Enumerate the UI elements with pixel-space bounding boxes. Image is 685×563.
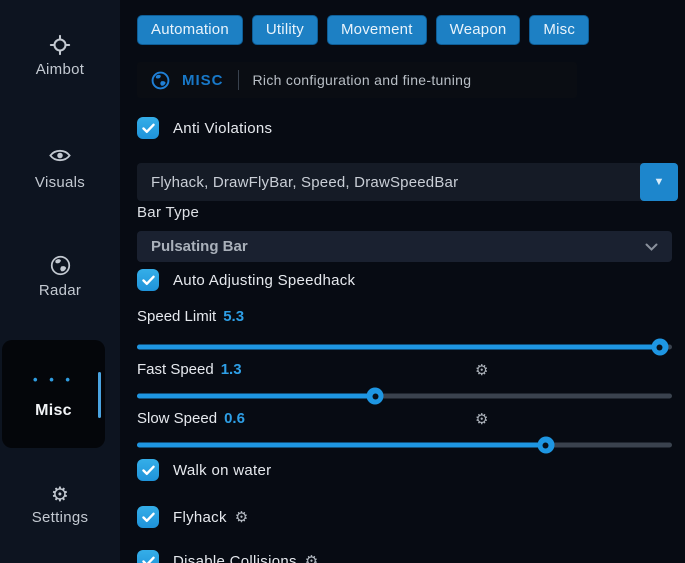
- slider-value: 5.3: [223, 308, 244, 325]
- checkbox-checked-icon[interactable]: [137, 506, 159, 528]
- tab-misc[interactable]: Misc: [529, 15, 589, 45]
- section-subtitle: Rich configuration and fine-tuning: [253, 72, 472, 88]
- checkbox-label: Flyhack: [173, 509, 227, 526]
- globe-icon: [0, 255, 120, 279]
- slider-value: 0.6: [224, 410, 245, 427]
- sidebar-item-label: Settings: [0, 509, 120, 526]
- checkbox-label: Walk on water: [173, 462, 271, 479]
- checkbox-checked-icon[interactable]: [137, 459, 159, 481]
- slider-value: 1.3: [221, 361, 242, 378]
- checkbox-auto-adjusting-speedhack[interactable]: Auto Adjusting Speedhack: [137, 268, 355, 292]
- ellipsis-icon: • • •: [2, 368, 105, 392]
- checkbox-checked-icon[interactable]: [137, 117, 159, 139]
- checkbox-walk-on-water[interactable]: Walk on water: [137, 458, 271, 482]
- slider-thumb[interactable]: [367, 388, 384, 405]
- selected-indicator-bar: [98, 372, 101, 418]
- gear-icon[interactable]: ⚙: [305, 552, 318, 563]
- sidebar-item-radar[interactable]: Radar: [0, 255, 120, 299]
- slider-caption-slow-speed: Slow Speed 0.6 ⚙: [137, 410, 672, 430]
- slider-thumb[interactable]: [537, 437, 554, 454]
- checkbox-checked-icon[interactable]: [137, 550, 159, 563]
- chevron-down-icon: [645, 243, 658, 251]
- bar-type-label: Bar Type: [137, 204, 199, 221]
- app-window: Aimbot Visuals Radar • • • Misc: [0, 0, 685, 563]
- slider-caption-fast-speed: Fast Speed 1.3 ⚙: [137, 361, 672, 381]
- gear-icon[interactable]: ⚙: [475, 410, 488, 428]
- tab-utility[interactable]: Utility: [252, 15, 318, 45]
- section-title: MISC: [182, 72, 224, 89]
- sidebar-item-label: Radar: [0, 282, 120, 299]
- section-header: MISC Rich configuration and fine-tuning: [137, 62, 577, 98]
- eye-icon: [0, 147, 120, 171]
- slider-thumb[interactable]: [651, 339, 668, 356]
- globe-icon: [151, 71, 170, 90]
- checkbox-anti-violations[interactable]: Anti Violations: [137, 116, 272, 140]
- checkbox-flyhack[interactable]: Flyhack ⚙: [137, 505, 248, 529]
- gear-icon[interactable]: ⚙: [235, 508, 248, 526]
- bar-multiselect[interactable]: Flyhack, DrawFlyBar, Speed, DrawSpeedBar…: [137, 163, 678, 201]
- tab-automation[interactable]: Automation: [137, 15, 243, 45]
- category-tabs: Automation Utility Movement Weapon Misc: [137, 15, 589, 45]
- sidebar-item-label: Visuals: [0, 174, 120, 191]
- triangle-down-icon: ▼: [654, 176, 665, 188]
- multiselect-value: Flyhack, DrawFlyBar, Speed, DrawSpeedBar: [137, 174, 640, 191]
- slider-slow-speed[interactable]: [137, 436, 672, 454]
- slider-speed-limit[interactable]: [137, 338, 672, 356]
- slider-fill: [137, 394, 375, 399]
- sidebar: Aimbot Visuals Radar • • • Misc: [0, 0, 120, 563]
- slider-fill: [137, 345, 660, 350]
- gear-icon: ⚙: [0, 482, 120, 506]
- checkbox-disable-collisions[interactable]: Disable Collisions ⚙: [137, 549, 318, 563]
- checkbox-label: Disable Collisions: [173, 553, 297, 563]
- sidebar-item-misc[interactable]: • • • Misc: [2, 340, 105, 448]
- dropdown-open-button[interactable]: ▼: [640, 163, 678, 201]
- slider-label: Fast Speed: [137, 361, 214, 378]
- slider-label: Speed Limit: [137, 308, 216, 325]
- slider-fast-speed[interactable]: [137, 387, 672, 405]
- sidebar-item-label: Misc: [2, 402, 105, 420]
- checkbox-checked-icon[interactable]: [137, 269, 159, 291]
- divider: [238, 70, 239, 90]
- sidebar-item-label: Aimbot: [0, 61, 120, 78]
- tab-movement[interactable]: Movement: [327, 15, 427, 45]
- slider-fill: [137, 443, 546, 448]
- gear-icon[interactable]: ⚙: [475, 361, 488, 379]
- checkbox-label: Auto Adjusting Speedhack: [173, 272, 355, 289]
- sidebar-item-visuals[interactable]: Visuals: [0, 147, 120, 191]
- checkbox-label: Anti Violations: [173, 120, 272, 137]
- bar-type-select[interactable]: Pulsating Bar: [137, 231, 672, 262]
- select-value: Pulsating Bar: [137, 238, 645, 255]
- tab-weapon[interactable]: Weapon: [436, 15, 521, 45]
- crosshair-icon: [0, 34, 120, 58]
- sidebar-item-aimbot[interactable]: Aimbot: [0, 34, 120, 78]
- slider-caption-speed-limit: Speed Limit 5.3: [137, 308, 672, 328]
- sidebar-item-settings[interactable]: ⚙ Settings: [0, 482, 120, 526]
- slider-label: Slow Speed: [137, 410, 217, 427]
